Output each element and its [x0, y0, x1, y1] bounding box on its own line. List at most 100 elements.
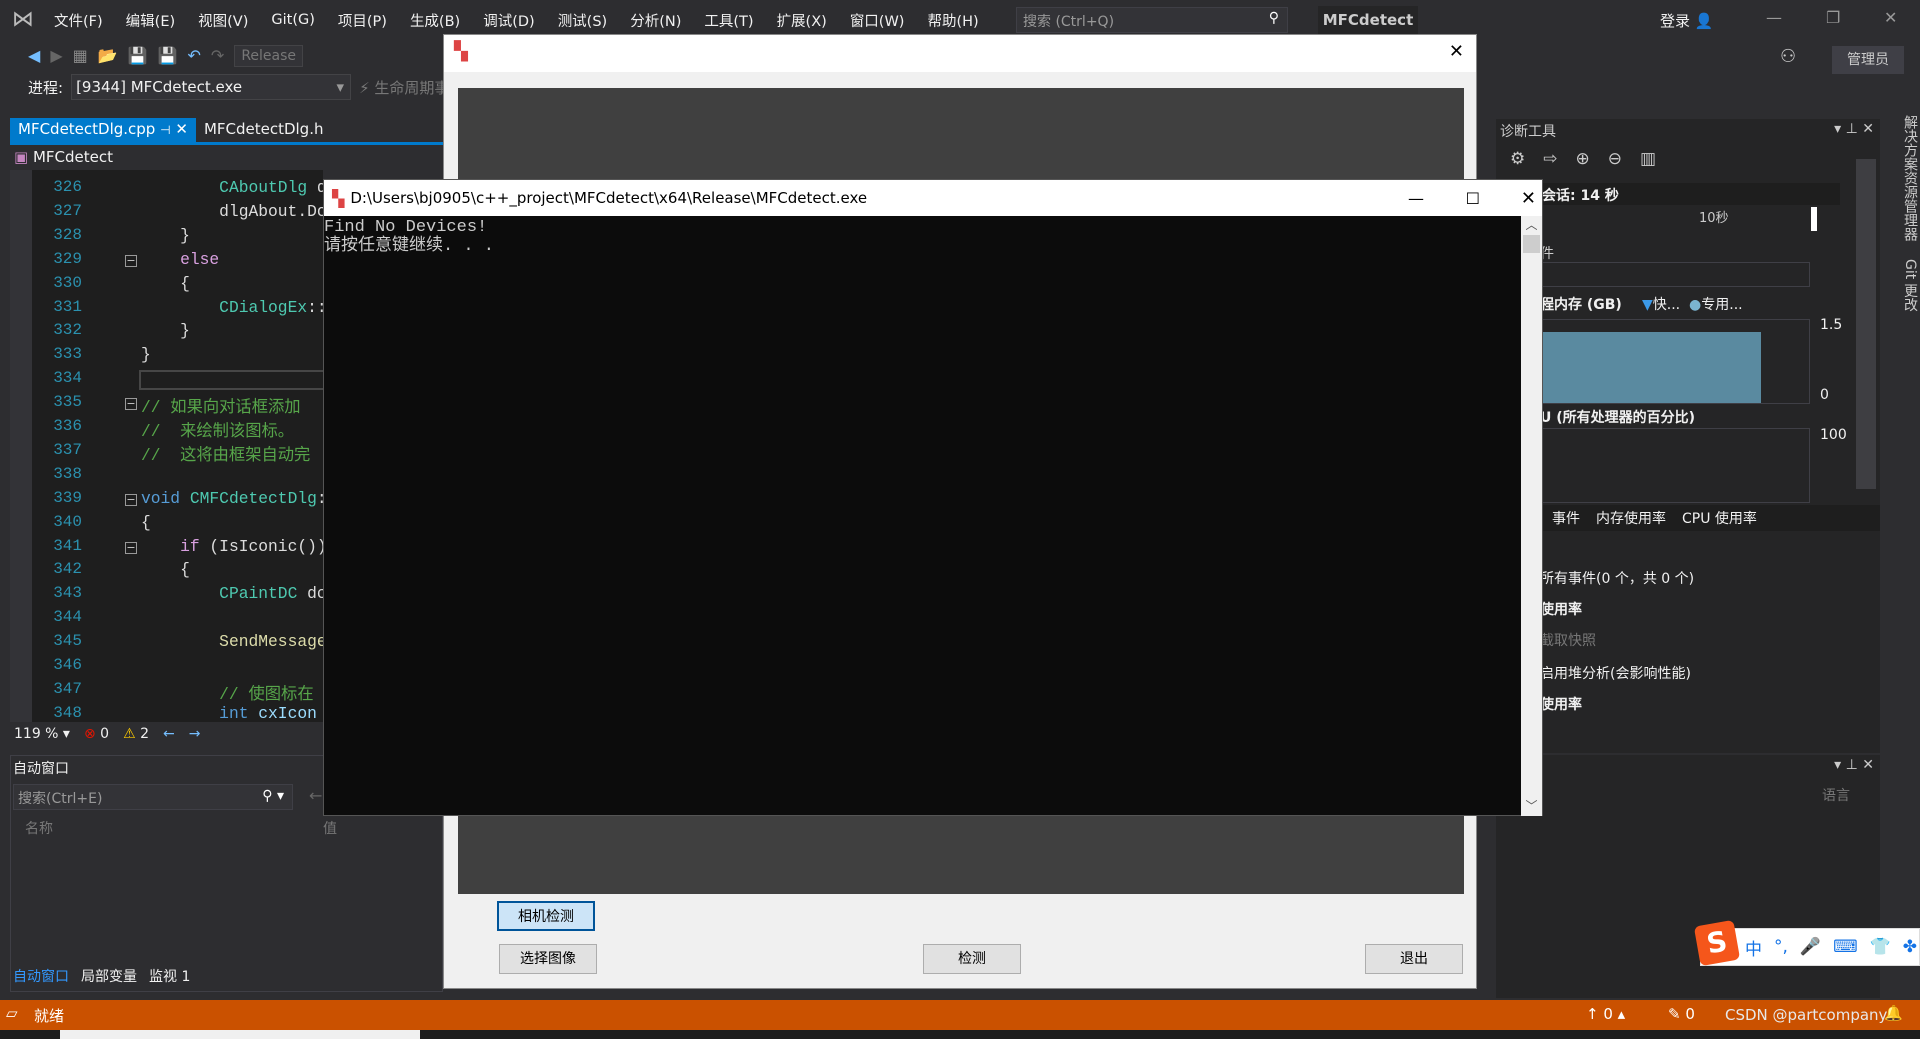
menu-file[interactable]: 文件(F) — [54, 10, 103, 31]
dropdown-icon[interactable]: ▾ — [1834, 757, 1841, 773]
menu-project[interactable]: 项目(P) — [338, 10, 387, 31]
camera-detect-button[interactable]: 相机检测 — [497, 901, 595, 931]
menu-extensions[interactable]: 扩展(X) — [777, 10, 827, 31]
menu-tools[interactable]: 工具(T) — [704, 10, 753, 31]
changes-indicator[interactable]: ✎ 0 — [1668, 1005, 1695, 1023]
tab-mfcdetectdlg-h[interactable]: MFCdetectDlg.h — [196, 118, 332, 142]
console-minimize-button[interactable]: — — [1408, 189, 1424, 208]
errors-indicator[interactable]: ⊗ 0 — [84, 726, 109, 742]
line-number: 327 — [53, 201, 82, 220]
side-tab-solution-explorer[interactable]: 解决方案资源管理器 — [1902, 115, 1918, 241]
admin-badge: 管理员 — [1832, 46, 1904, 74]
heap-profiling-checkbox[interactable]: 启用堆分析(会影响性能) — [1540, 663, 1691, 683]
ime-mode[interactable]: 中 — [1745, 935, 1762, 960]
tab-events[interactable]: 事件 — [1552, 508, 1580, 528]
code-line: } — [141, 345, 151, 364]
toolbox-icon[interactable]: ✤ — [1903, 937, 1917, 957]
diagnostics-title: 诊断工具 — [1500, 124, 1556, 140]
login-button[interactable]: 登录 👤 — [1660, 10, 1713, 31]
code-token: cxIcon — [258, 703, 317, 722]
menu-window[interactable]: 窗口(W) — [850, 10, 905, 31]
ime-punct[interactable]: °, — [1774, 937, 1788, 957]
close-tab-icon[interactable]: ✕ — [175, 120, 188, 138]
tab-autos[interactable]: 自动窗口 — [13, 966, 69, 986]
autos-search-input[interactable]: 搜索(Ctrl+E) ⚲ ▾ — [13, 784, 293, 810]
open-folder-icon[interactable]: 📂 — [98, 46, 118, 65]
tab-watch1[interactable]: 监视 1 — [149, 966, 190, 986]
process-dropdown[interactable]: [9344] MFCdetect.exe ▾ — [71, 74, 352, 100]
menu-help[interactable]: 帮助(H) — [927, 10, 978, 31]
publish-indicator[interactable]: ↑ 0 ▴ — [1586, 1005, 1625, 1023]
minimize-button[interactable]: — — [1766, 8, 1782, 27]
scroll-up-icon[interactable]: ︿ — [1521, 216, 1542, 233]
mfc-close-button[interactable]: ✕ — [1449, 41, 1464, 62]
configuration-dropdown[interactable]: Release — [234, 44, 304, 67]
take-snapshot-button[interactable]: 截取快照 — [1540, 630, 1596, 650]
global-search-input[interactable]: 搜索 (Ctrl+Q) ⚲ — [1016, 7, 1288, 33]
menu-test[interactable]: 测试(S) — [558, 10, 608, 31]
fold-toggle-icon[interactable]: − — [125, 493, 137, 506]
microphone-icon[interactable]: 🎤 — [1800, 937, 1821, 957]
fold-toggle-icon[interactable]: − — [125, 254, 137, 267]
settings-icon[interactable]: ⚙ — [1510, 149, 1525, 169]
side-tab-git-changes[interactable]: Git 更改 — [1902, 259, 1918, 312]
pin-icon[interactable]: ⊥ — [1846, 121, 1858, 137]
pin-icon[interactable]: ⊥ — [1846, 757, 1858, 773]
back-icon[interactable]: ◀ — [28, 46, 40, 65]
dropdown-icon[interactable]: ▾ — [1834, 121, 1841, 137]
detect-button[interactable]: 检测 — [923, 944, 1021, 974]
tab-memory-usage[interactable]: 内存使用率 — [1596, 508, 1666, 528]
prev-issue-icon[interactable]: ← — [163, 726, 175, 742]
next-issue-icon[interactable]: → — [189, 726, 201, 742]
close-icon[interactable]: ✕ — [1862, 757, 1874, 773]
zoom-in-icon[interactable]: ⊕ — [1576, 149, 1590, 169]
save-icon[interactable]: 💾 — [128, 46, 148, 65]
close-button[interactable]: ✕ — [1884, 8, 1897, 27]
tab-locals[interactable]: 局部变量 — [81, 966, 137, 986]
notification-bell-icon[interactable]: 🔔 — [1884, 1004, 1903, 1022]
back-arrow-icon[interactable]: ← — [309, 786, 322, 805]
menu-analyze[interactable]: 分析(N) — [630, 10, 681, 31]
console-maximize-button[interactable]: ☐ — [1466, 189, 1480, 208]
menu-view[interactable]: 视图(V) — [198, 10, 248, 31]
fold-toggle-icon[interactable]: − — [125, 541, 137, 554]
tab-cpu-usage[interactable]: CPU 使用率 — [1682, 508, 1757, 528]
menu-debug[interactable]: 调试(D) — [483, 10, 534, 31]
skin-icon[interactable]: 👕 — [1870, 937, 1891, 957]
select-image-button[interactable]: 选择图像 — [499, 944, 597, 974]
keyboard-icon[interactable]: ⌨ — [1833, 937, 1858, 957]
all-events-row[interactable]: 所有事件(0 个，共 0 个) — [1540, 568, 1694, 588]
new-project-icon[interactable]: ▦ — [73, 46, 88, 65]
restore-button[interactable]: ❐ — [1826, 8, 1840, 27]
save-all-icon[interactable]: 💾 — [158, 46, 178, 65]
console-window: ▚ D:\Users\bj0905\c++_project\MFCdetect\… — [323, 179, 1543, 816]
export-icon[interactable]: ⇨ — [1543, 149, 1557, 169]
legend-snapshot: 快... — [1652, 297, 1681, 313]
console-close-button[interactable]: ✕ — [1521, 188, 1536, 209]
code-token: { — [141, 512, 151, 532]
exit-button[interactable]: 退出 — [1365, 944, 1463, 974]
code-editor[interactable]: 326 CAboutDlg dlgAbout; 327 dlgAbout.DoMo… — [10, 170, 323, 722]
scroll-down-icon[interactable]: ﹀ — [1521, 797, 1542, 814]
undo-icon[interactable]: ↶ — [188, 46, 201, 65]
search-icon: ⚲ — [1268, 10, 1279, 26]
forward-icon[interactable]: ▶ — [50, 46, 62, 65]
fold-toggle-icon[interactable]: − — [125, 398, 137, 411]
console-scrollbar[interactable]: ︿ ﹀ — [1521, 216, 1542, 816]
redo-icon[interactable]: ↷ — [211, 46, 224, 65]
scope-navigation[interactable]: ▣ MFCdetect — [10, 146, 443, 170]
pin-icon[interactable]: ⊣ — [160, 123, 170, 137]
zoom-dropdown[interactable]: 119 % ▾ — [14, 726, 70, 742]
scroll-thumb[interactable] — [1523, 235, 1540, 253]
warnings-indicator[interactable]: ⚠ 2 — [123, 726, 149, 742]
timeline-cursor[interactable] — [1811, 207, 1817, 231]
menu-git[interactable]: Git(G) — [271, 12, 315, 28]
chart-icon[interactable]: ▥ — [1640, 149, 1656, 169]
menu-edit[interactable]: 编辑(E) — [126, 10, 175, 31]
close-icon[interactable]: ✕ — [1862, 121, 1874, 137]
diagnostics-scrollbar[interactable] — [1856, 159, 1876, 489]
live-share-icon[interactable]: ⚇ — [1780, 46, 1796, 67]
menu-build[interactable]: 生成(B) — [410, 10, 460, 31]
zoom-out-icon[interactable]: ⊖ — [1608, 149, 1622, 169]
tab-mfcdetectdlg-cpp[interactable]: MFCdetectDlg.cpp ⊣ ✕ — [10, 118, 196, 142]
